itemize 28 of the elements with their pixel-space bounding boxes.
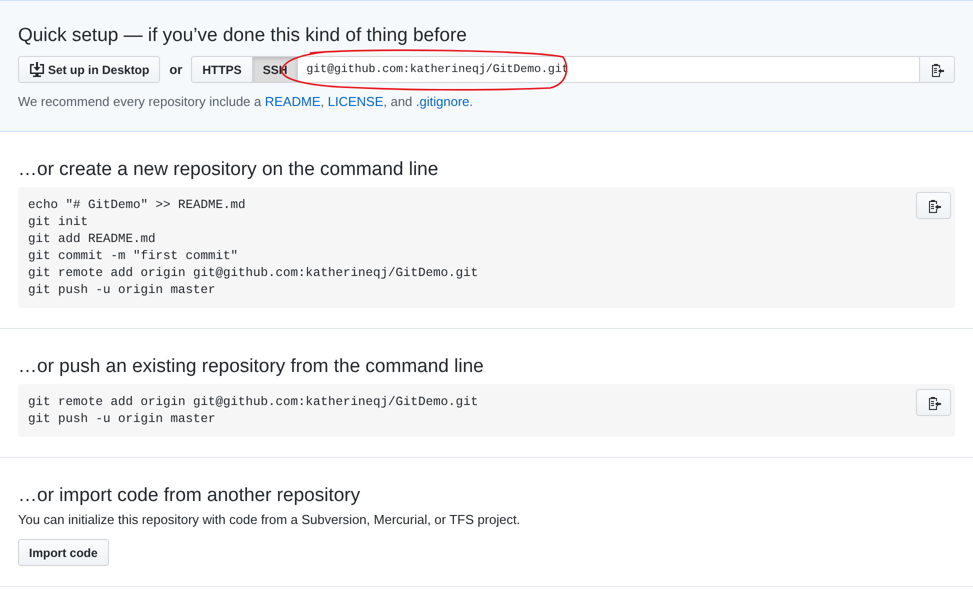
desktop-button[interactable]: Set up in Desktop — [18, 56, 160, 83]
code-line: git init — [28, 214, 88, 231]
code-line: git remote add origin git@github.com:katherineqj/GitDemo.git — [28, 394, 478, 411]
import-button[interactable]: Import code — [18, 539, 109, 566]
recommend-text: We recommend every repository include a README, LICENSE, and .gitignore. — [18, 94, 474, 109]
code-line: git push -u origin master — [28, 282, 216, 299]
code-line: git push -u origin master — [28, 411, 216, 428]
download-icon — [29, 62, 45, 77]
doc-link[interactable]: .gitignore — [416, 94, 470, 109]
section-heading: Quick setup — if you’ve done this kind of thing before — [18, 24, 468, 48]
copy-button[interactable] — [916, 192, 951, 219]
copy-button[interactable] — [916, 389, 951, 416]
code-line: git remote add origin git@github.com:katherineqj/GitDemo.git — [28, 265, 478, 282]
import-description: You can initialize this repository with code from a Subversion, Mercurial, or TFS project. — [18, 512, 522, 527]
code-line: git add README.md — [28, 231, 156, 248]
doc-link[interactable]: README — [264, 94, 320, 109]
code-line: git commit -m "first commit" — [28, 248, 238, 265]
protocol-tab[interactable]: HTTPS — [191, 56, 253, 83]
section-heading: …or import code from another repository — [18, 484, 362, 508]
clipboard-icon — [930, 62, 944, 78]
or-label: or — [169, 62, 182, 77]
section-heading: …or push an existing repository from the command line — [18, 355, 485, 379]
section-heading: …or create a new repository on the command line — [18, 158, 440, 182]
copy-button[interactable] — [919, 56, 955, 83]
doc-link[interactable]: LICENSE — [328, 94, 384, 109]
code-line: echo "# GitDemo" >> README.md — [28, 197, 246, 214]
clipboard-icon — [926, 198, 940, 214]
clipboard-icon — [926, 394, 940, 410]
